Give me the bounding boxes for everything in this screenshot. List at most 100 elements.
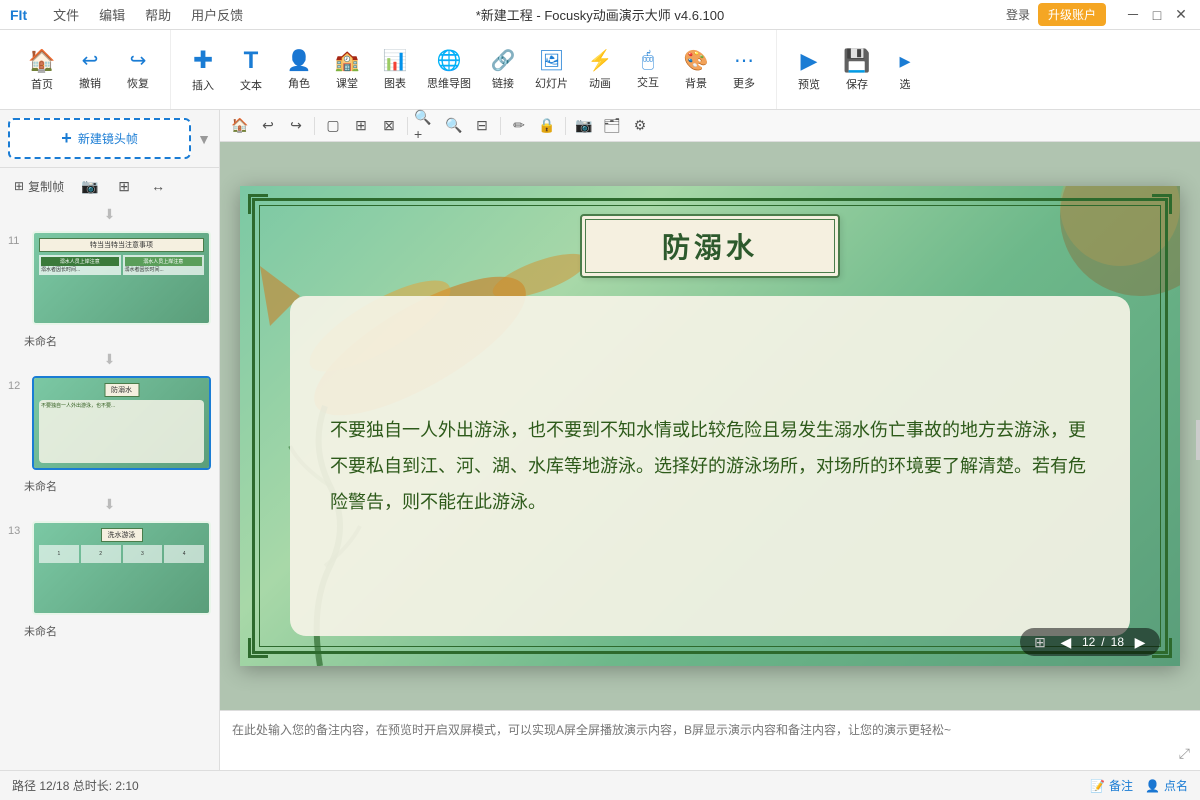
login-button[interactable]: 登录 <box>1006 6 1030 23</box>
page-counter: ⊞ ◀ 12 / 18 ▶ <box>1020 628 1160 656</box>
camera-button[interactable]: 📷 <box>76 172 104 200</box>
toolbar-select[interactable]: ▸ 选 <box>881 36 929 104</box>
expand-button[interactable]: ↔ <box>144 172 172 200</box>
slide-content-box[interactable]: 不要独自一人外出游泳，也不要到不知水情或比较危险且易发生溺水伤亡事故的地方去游泳… <box>290 296 1130 636</box>
toolbar-home[interactable]: 🏠 首页 <box>18 36 66 104</box>
close-button[interactable]: ✕ <box>1172 6 1190 24</box>
slide-canvas-area[interactable]: 防溺水 不要独自一人外出游泳，也不要到不知水情或比较危险且易发生溺水伤亡事故的地… <box>220 142 1200 710</box>
slide-content: 不要独自一人外出游泳，也不要到不知水情或比较危险且易发生溺水伤亡事故的地方去游泳… <box>330 412 1090 520</box>
point-label: 点名 <box>1164 777 1188 794</box>
ct-zoom-out[interactable]: 🔍 <box>442 114 466 138</box>
slide-item-11[interactable]: 11 特当当特当注意事项 溺水人员上岸注意 溺水者因长时间... 溺水人员上岸注… <box>0 225 219 331</box>
thumb-11-col2: 溺水人员上岸注意 溺水者因长时间... <box>123 255 205 275</box>
toolbar-slideshow[interactable]: 🖼 幻灯片 <box>527 36 576 104</box>
slide-separator-11: ⬇ <box>0 204 219 225</box>
new-frame-button[interactable]: + 新建镜头帧 <box>8 118 191 159</box>
title-bar-right: 登录 升级账户 － □ ✕ <box>1006 3 1190 26</box>
ct-edit[interactable]: ✏ <box>507 114 531 138</box>
insert-label: 插入 <box>192 77 214 93</box>
slide-item-12[interactable]: 12 防溺水 不要独自一人外出游泳，也不要... <box>0 370 219 476</box>
thumb-13-title: 洗水游泳 <box>101 528 143 542</box>
character-label: 角色 <box>288 75 310 91</box>
ct-grid[interactable]: ⊞ <box>349 114 373 138</box>
page-next-button[interactable]: ▶ <box>1130 632 1150 652</box>
animation-icon: ⚡ <box>588 48 613 73</box>
toolbar-preview[interactable]: ▶ 预览 <box>785 36 833 104</box>
toolbar-character[interactable]: 👤 角色 <box>275 36 323 104</box>
toolbar-insert[interactable]: ✚ 插入 <box>179 36 227 104</box>
save-label: 保存 <box>846 76 868 92</box>
sidebar-arrow[interactable]: ▼ <box>197 131 211 147</box>
toolbar-redo[interactable]: ↪ 恢复 <box>114 36 162 104</box>
ct-fit[interactable]: ⊟ <box>470 114 494 138</box>
slide-canvas: 防溺水 不要独自一人外出游泳，也不要到不知水情或比较危险且易发生溺水伤亡事故的地… <box>240 186 1180 666</box>
menu-file[interactable]: 文件 <box>47 5 85 24</box>
copy-frame-button[interactable]: ⊞ 复制帧 <box>8 172 70 200</box>
toolbar-save[interactable]: 💾 保存 <box>833 36 881 104</box>
toolbar-interact[interactable]: 🖱 交互 <box>624 36 672 104</box>
point-icon: 👤 <box>1145 779 1160 793</box>
slide-number-12: 12 <box>8 380 24 392</box>
preview-label: 预览 <box>798 76 820 92</box>
toolbar-background[interactable]: 🎨 背景 <box>672 36 720 104</box>
insert-icon: ✚ <box>193 46 213 75</box>
toolbar-more[interactable]: ⋯ 更多 <box>720 36 768 104</box>
ct-redo[interactable]: ↪ <box>284 114 308 138</box>
ct-home[interactable]: 🏠 <box>228 114 252 138</box>
minimize-button[interactable]: － <box>1124 6 1142 24</box>
app-logo: FIt <box>10 7 27 23</box>
slide-thumb-13: 洗水游泳 1 2 3 4 <box>32 521 211 615</box>
mindmap-icon: 🌐 <box>437 48 462 73</box>
thumb-13-cell-3: 3 <box>123 545 163 563</box>
link-label: 链接 <box>492 75 514 91</box>
link-icon: 🔗 <box>491 48 516 73</box>
menu-edit[interactable]: 编辑 <box>93 5 131 24</box>
more-label: 更多 <box>733 75 755 91</box>
undo-label: 撤销 <box>79 75 101 91</box>
ct-layers[interactable]: 🗂 <box>600 114 624 138</box>
chart-label: 图表 <box>384 75 406 91</box>
toolbar-mindmap[interactable]: 🌐 思维导图 <box>419 36 479 104</box>
toolbar-group-home: 🏠 首页 ↩ 撤销 ↪ 恢复 <box>10 30 171 109</box>
slide-item-13[interactable]: 13 洗水游泳 1 2 3 4 <box>0 515 219 621</box>
note-icon: 📝 <box>1090 779 1105 793</box>
notes-expand-button[interactable]: ⤢ <box>1179 745 1190 762</box>
toolbar-animation[interactable]: ⚡ 动画 <box>576 36 624 104</box>
ct-undo[interactable]: ↩ <box>256 114 280 138</box>
toolbar-classroom[interactable]: 🏫 课堂 <box>323 36 371 104</box>
restore-button[interactable]: □ <box>1148 6 1166 24</box>
home-icon: 🏠 <box>28 48 55 74</box>
slide-label-11: 未命名 <box>0 331 219 349</box>
window-controls: － □ ✕ <box>1124 6 1190 24</box>
text-icon: T <box>244 47 259 75</box>
preview-icon: ▶ <box>801 48 818 74</box>
menu-help[interactable]: 帮助 <box>139 5 177 24</box>
ct-sep-1 <box>314 117 315 135</box>
slide-title-box[interactable]: 防溺水 <box>580 214 840 278</box>
toolbar-chart[interactable]: 📊 图表 <box>371 36 419 104</box>
fullscreen-icon[interactable]: ⊞ <box>1030 632 1050 652</box>
main-area: + 新建镜头帧 ▼ ⊞ 复制帧 📷 ⊞ ↔ ⬇ 11 <box>0 110 1200 770</box>
toolbar-link[interactable]: 🔗 链接 <box>479 36 527 104</box>
notes-input[interactable] <box>232 721 1188 761</box>
toolbar-text[interactable]: T 文本 <box>227 36 275 104</box>
point-button[interactable]: 👤 点名 <box>1145 777 1188 794</box>
ct-camera[interactable]: 📷 <box>572 114 596 138</box>
toolbar-undo[interactable]: ↩ 撤销 <box>66 36 114 104</box>
ct-settings[interactable]: ⚙ <box>628 114 652 138</box>
ct-sep-3 <box>500 117 501 135</box>
ct-lock[interactable]: 🔒 <box>535 114 559 138</box>
ct-sep-2 <box>407 117 408 135</box>
undo-icon: ↩ <box>82 48 99 73</box>
page-current: 12 <box>1082 635 1095 649</box>
slide-number-13: 13 <box>8 525 24 537</box>
page-prev-button[interactable]: ◀ <box>1056 632 1076 652</box>
ct-frame[interactable]: ▢ <box>321 114 345 138</box>
grid-button[interactable]: ⊞ <box>110 172 138 200</box>
menu-feedback[interactable]: 用户反馈 <box>185 5 249 24</box>
ct-zoom-in[interactable]: 🔍+ <box>414 114 438 138</box>
upgrade-button[interactable]: 升级账户 <box>1038 3 1106 26</box>
corner-tl <box>248 194 268 214</box>
ct-close-frame[interactable]: ⊠ <box>377 114 401 138</box>
note-button[interactable]: 📝 备注 <box>1090 777 1133 794</box>
